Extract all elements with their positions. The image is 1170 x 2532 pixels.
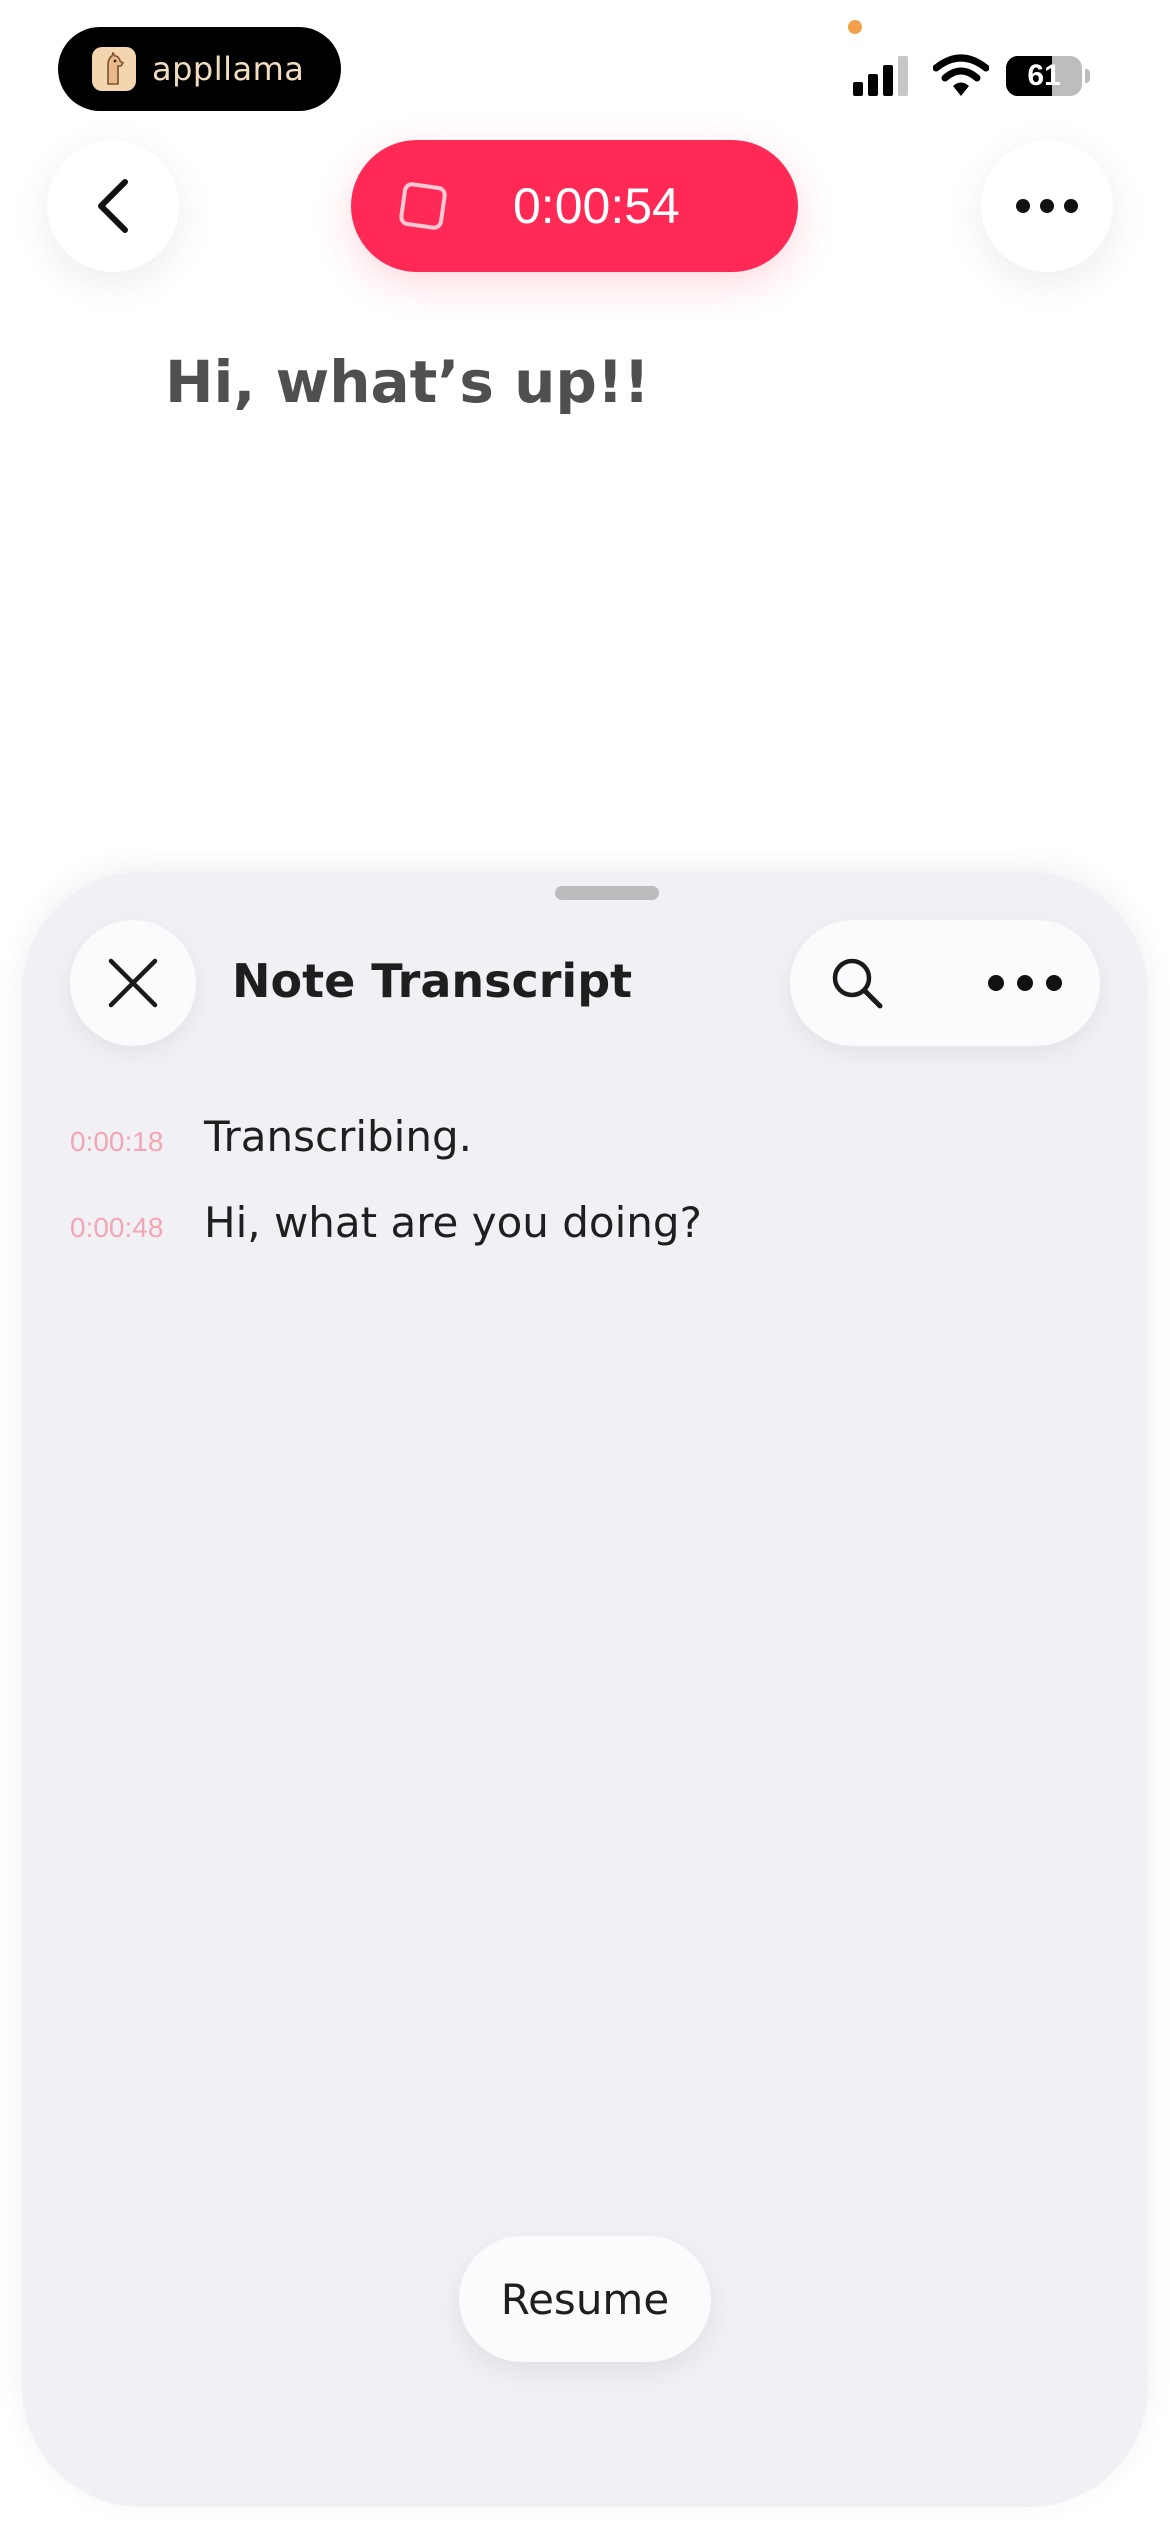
app-indicator-pill[interactable]: appllama bbox=[58, 27, 341, 111]
sheet-actions-pill bbox=[790, 920, 1100, 1046]
battery-level: 61 bbox=[1027, 59, 1061, 92]
wifi-icon bbox=[933, 54, 989, 96]
search-icon bbox=[832, 958, 883, 1009]
back-button[interactable] bbox=[47, 140, 179, 272]
transcript-entry[interactable]: 0:00:18 Transcribing. bbox=[70, 1112, 702, 1198]
sheet-grabber[interactable] bbox=[555, 886, 659, 900]
entry-timestamp[interactable]: 0:00:18 bbox=[70, 1126, 204, 1158]
sheet-title: Note Transcript bbox=[232, 954, 633, 1008]
recording-timer: 0:00:54 bbox=[513, 178, 680, 234]
stop-square-icon[interactable] bbox=[398, 181, 448, 231]
transcript-more-button[interactable] bbox=[970, 948, 1080, 1018]
recording-indicator-dot bbox=[848, 20, 862, 34]
resume-button[interactable]: Resume bbox=[459, 2236, 711, 2362]
search-button[interactable] bbox=[822, 948, 892, 1018]
ellipsis-icon bbox=[1016, 199, 1078, 213]
more-options-button[interactable] bbox=[981, 140, 1113, 272]
close-icon bbox=[108, 958, 158, 1008]
recording-control[interactable]: 0:00:54 bbox=[351, 140, 798, 272]
entry-text: Hi, what are you doing? bbox=[204, 1198, 702, 1247]
transcript-sheet: Note Transcript 0:00:18 Transcribing. 0:… bbox=[22, 872, 1148, 2507]
close-transcript-button[interactable] bbox=[70, 920, 196, 1046]
entry-timestamp[interactable]: 0:00:48 bbox=[70, 1212, 204, 1244]
cellular-signal-icon bbox=[853, 56, 908, 96]
transcript-list: 0:00:18 Transcribing. 0:00:48 Hi, what a… bbox=[70, 1112, 702, 1284]
battery-cap bbox=[1085, 69, 1090, 83]
llama-logo-icon bbox=[92, 47, 136, 91]
entry-text: Transcribing. bbox=[204, 1112, 472, 1161]
chevron-left-icon bbox=[98, 179, 128, 233]
ellipsis-icon bbox=[988, 975, 1062, 991]
transcript-entry[interactable]: 0:00:48 Hi, what are you doing? bbox=[70, 1198, 702, 1284]
app-name: appllama bbox=[152, 50, 305, 88]
note-text[interactable]: Hi, what’s up!! bbox=[165, 348, 650, 416]
battery-indicator: 61 bbox=[1006, 56, 1082, 96]
